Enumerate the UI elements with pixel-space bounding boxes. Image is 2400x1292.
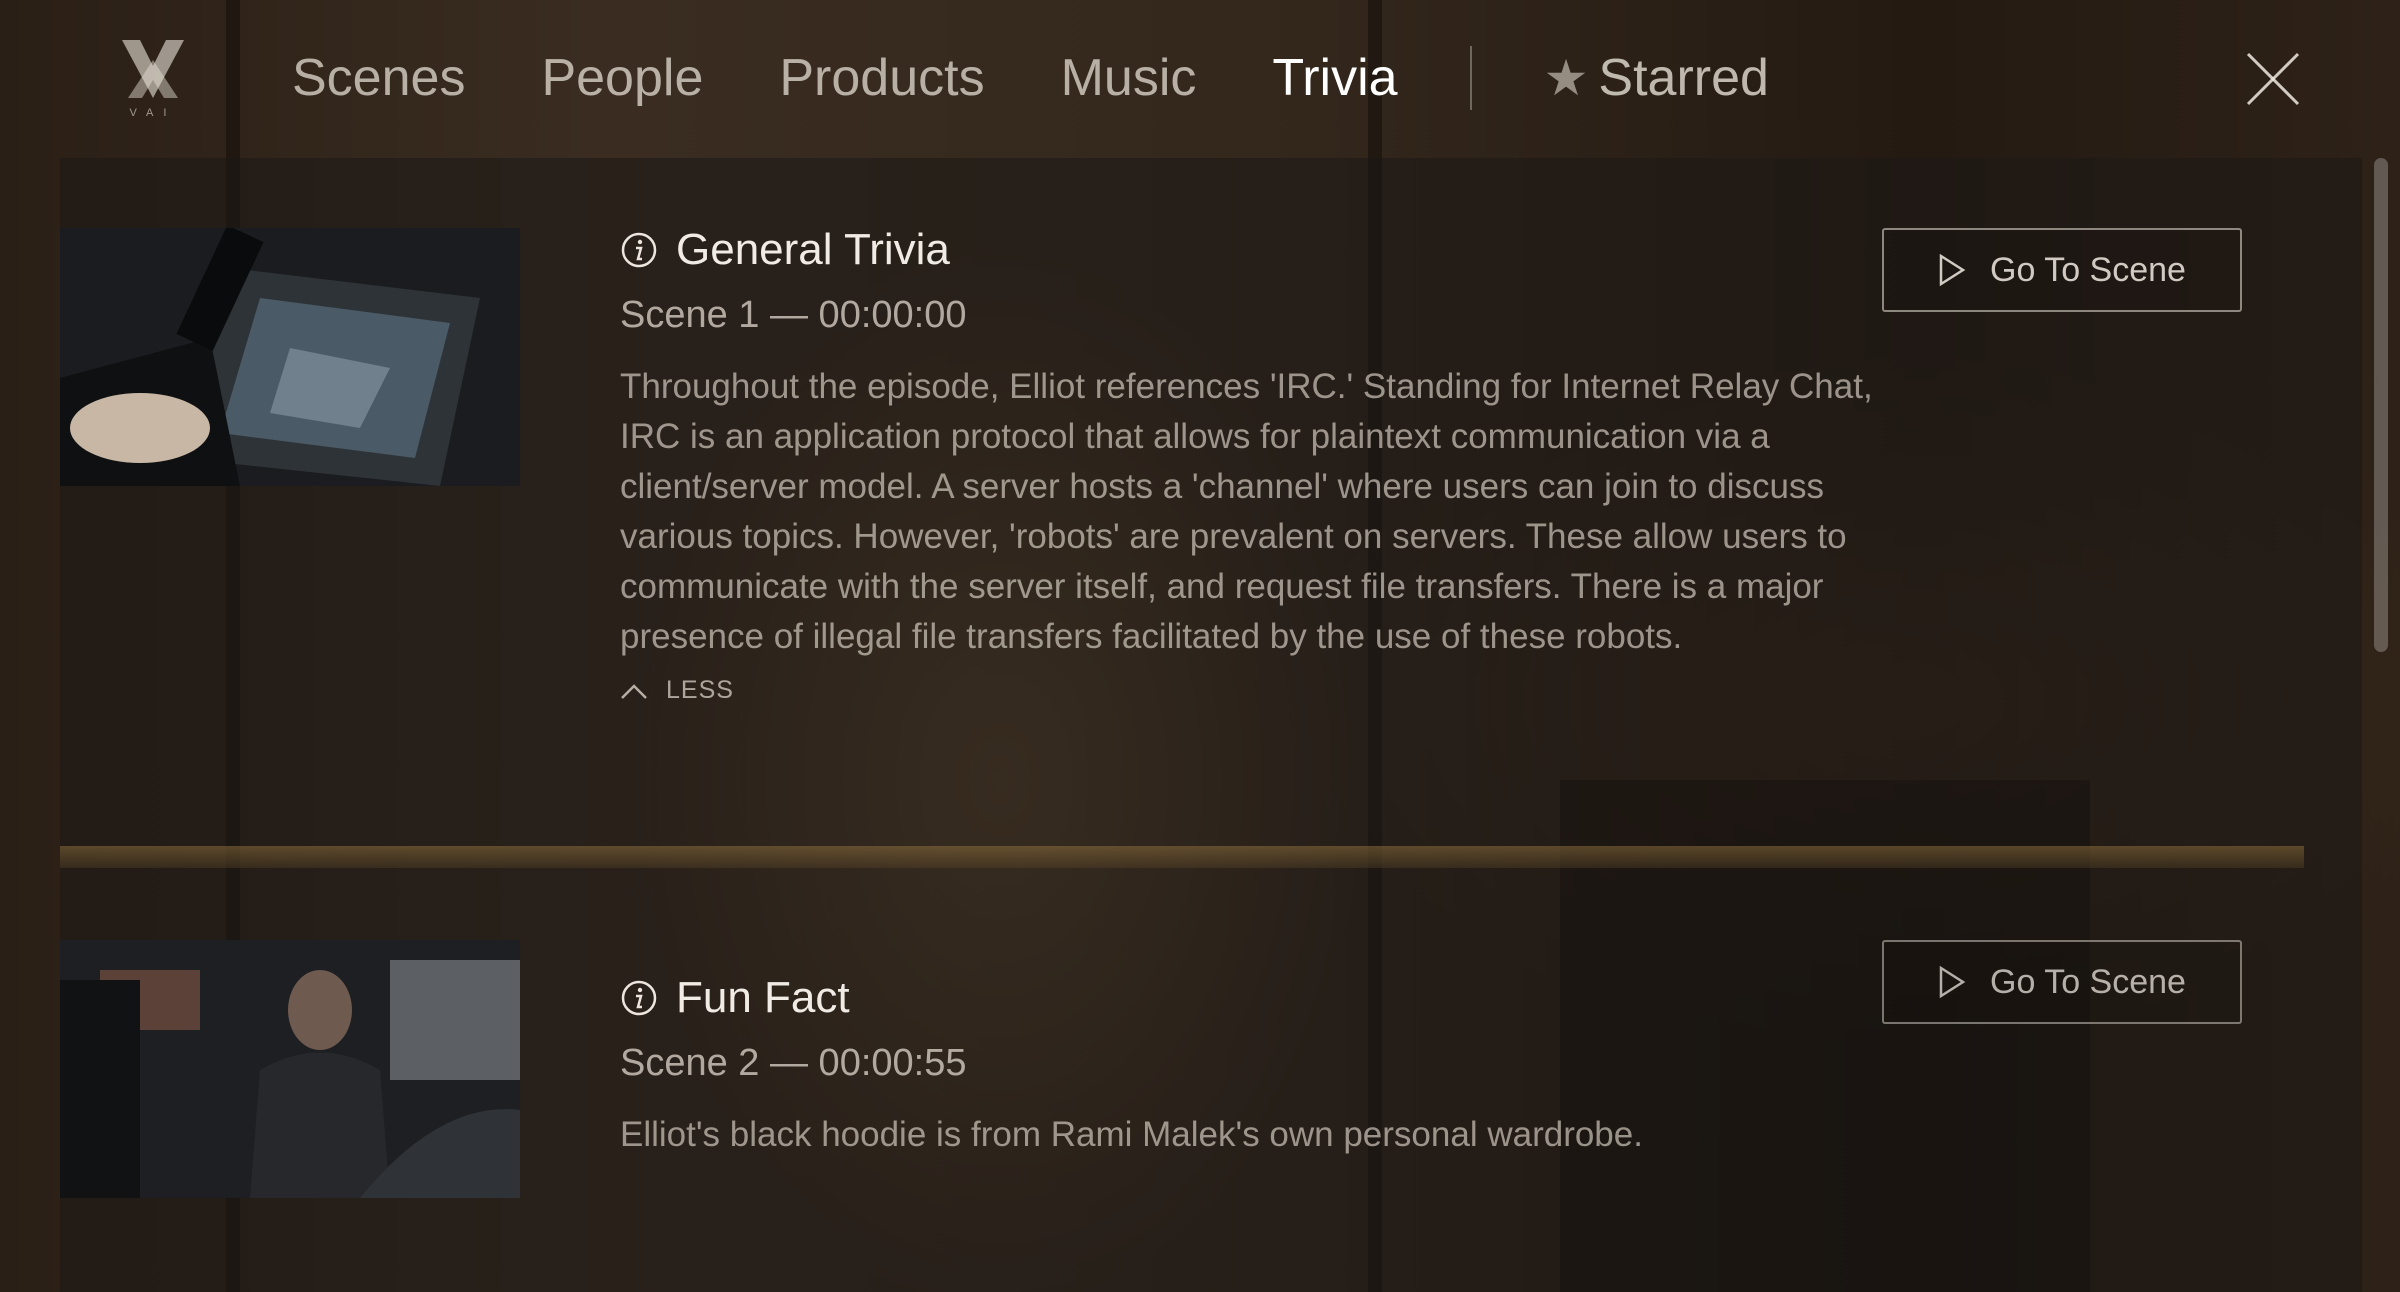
vai-logo: VAI [122, 40, 184, 119]
tab-products[interactable]: Products [779, 44, 984, 112]
less-label: LESS [666, 676, 734, 704]
less-toggle[interactable]: LESS [620, 676, 1910, 705]
top-navigation: VAI Scenes People Products Music Trivia … [0, 0, 2400, 158]
chevron-up-icon [621, 683, 647, 699]
nav-tabs: Scenes People Products Music Trivia ★ St… [292, 44, 1769, 112]
scene-1-thumbnail[interactable] [60, 228, 520, 486]
go-to-scene-button[interactable]: Go To Scene [1882, 940, 2242, 1024]
scene-timestamp: Scene 1 — 00:00:00 [620, 294, 967, 336]
play-icon [1939, 965, 1966, 999]
trivia-description: Elliot's black hoodie is from Rami Malek… [620, 1115, 1643, 1154]
scene-2-thumbnail[interactable] [60, 940, 520, 1198]
svg-text:VAI: VAI [130, 107, 177, 119]
item-separator [60, 846, 2304, 868]
trivia-description: Throughout the episode, Elliot reference… [620, 367, 1873, 656]
scrollbar[interactable] [2374, 158, 2388, 652]
tab-starred[interactable]: ★ Starred [1544, 48, 1769, 108]
go-to-scene-button[interactable]: Go To Scene [1882, 228, 2242, 312]
trivia-title: General Trivia [676, 225, 950, 274]
go-to-scene-label: Go To Scene [1990, 962, 2186, 1001]
tab-people[interactable]: People [541, 44, 703, 112]
tab-music[interactable]: Music [1061, 44, 1197, 112]
starred-label: Starred [1598, 49, 1769, 107]
info-icon [621, 980, 657, 1016]
go-to-scene-label: Go To Scene [1990, 250, 2186, 289]
info-icon [621, 232, 657, 268]
tab-scenes[interactable]: Scenes [292, 44, 465, 112]
nav-divider [1469, 46, 1472, 110]
play-icon [1939, 253, 1966, 287]
trivia-title: Fun Fact [676, 973, 850, 1022]
scene-timestamp: Scene 2 — 00:00:55 [620, 1042, 967, 1084]
close-icon[interactable] [2244, 50, 2302, 108]
trivia-item-2: Fun Fact Scene 2 — 00:00:55 Elliot's bla… [620, 970, 1910, 1160]
trivia-item-1: General Trivia Scene 1 — 00:00:00 Throug… [620, 222, 1910, 705]
tab-trivia[interactable]: Trivia [1272, 44, 1397, 112]
star-icon: ★ [1543, 50, 1589, 106]
